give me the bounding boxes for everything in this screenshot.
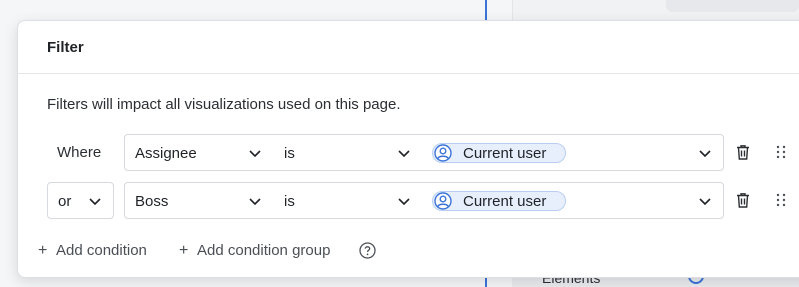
field-select-value: Boss [135,193,169,210]
popover-header: Filter [18,21,799,74]
popover-description: Filters will impact all visualizations u… [47,96,401,113]
user-icon [434,192,452,210]
drag-handle-icon[interactable] [774,192,788,208]
chevron-down-icon [398,150,410,158]
value-select[interactable]: Current user [425,182,724,219]
operator-select[interactable]: is [274,134,426,171]
chevron-down-icon [249,198,261,206]
filter-popover: Filter Filters will impact all visualiza… [17,20,799,278]
background-chip [666,0,799,12]
field-select[interactable]: Assignee [124,134,275,171]
value-select[interactable]: Current user [425,134,724,171]
operator-select-value: is [284,145,295,162]
field-select[interactable]: Boss [124,182,275,219]
value-chip: Current user [432,143,566,163]
help-icon[interactable] [359,242,376,259]
connector-select-value: or [58,193,72,210]
add-condition-button[interactable]: + Add condition [38,242,147,260]
operator-select-value: is [284,193,295,210]
value-chip: Current user [432,191,566,211]
trash-icon[interactable] [734,143,752,161]
connector-select[interactable]: or [47,182,114,219]
trash-icon[interactable] [734,191,752,209]
chevron-down-icon [249,150,261,158]
drag-handle-icon[interactable] [774,144,788,160]
value-chip-label: Current user [463,145,547,162]
popover-title: Filter [47,39,84,56]
add-condition-label: Add condition [56,242,147,259]
operator-select[interactable]: is [274,182,426,219]
where-label: Where [57,144,102,161]
chevron-down-icon [398,198,410,206]
field-select-value: Assignee [135,145,197,162]
chevron-down-icon [699,198,711,206]
plus-icon: + [179,242,189,259]
value-chip-label: Current user [463,193,547,210]
user-icon [434,144,452,162]
chevron-down-icon [89,198,101,206]
add-condition-group-label: Add condition group [197,242,331,259]
add-condition-group-button[interactable]: + Add condition group [179,242,330,260]
plus-icon: + [38,242,48,259]
chevron-down-icon [699,150,711,158]
